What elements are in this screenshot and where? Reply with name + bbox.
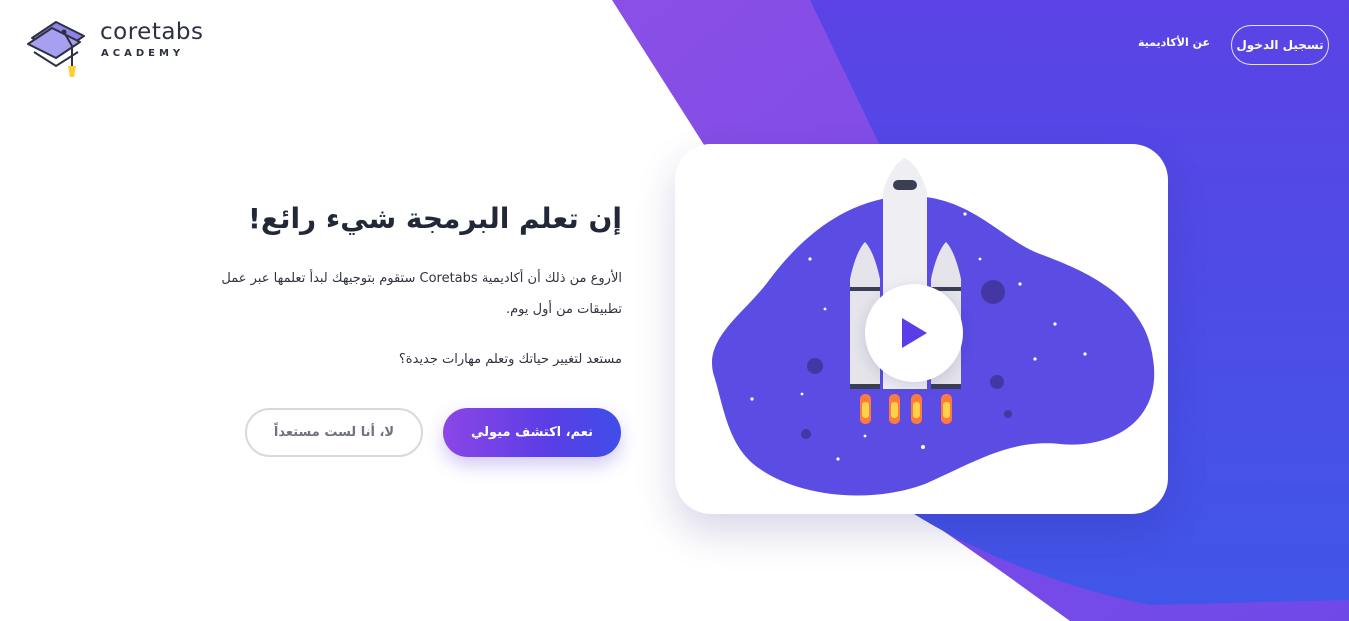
hero-description: الأروع من ذلك أن أكاديمية Coretabs ستقوم… (221, 271, 622, 317)
hero-section: إن تعلم البرمجة شيء رائع! الأروع من ذلك … (190, 195, 622, 371)
nav-link-about[interactable]: عن الأكاديمية (1132, 36, 1216, 49)
discover-interests-button[interactable]: نعم، اكتشف ميولي (443, 408, 621, 457)
graduation-cap-icon (27, 21, 85, 77)
play-icon (902, 318, 927, 348)
not-ready-button[interactable]: لا، أنا لست مستعداً (245, 408, 423, 457)
hero-question: مستعد لتغيير حياتك وتعلم مهارات جديدة؟ (398, 352, 622, 367)
brand-subtitle: ACADEMY (101, 48, 185, 59)
intro-video-card[interactable] (675, 144, 1168, 514)
brand-logo[interactable]: coretabs ACADEMY (26, 16, 204, 80)
hero-title: إن تعلم البرمجة شيء رائع! (248, 202, 622, 235)
play-button[interactable] (865, 284, 963, 382)
brand-name: coretabs (100, 19, 204, 45)
login-button[interactable]: تسجيل الدخول (1231, 25, 1329, 65)
